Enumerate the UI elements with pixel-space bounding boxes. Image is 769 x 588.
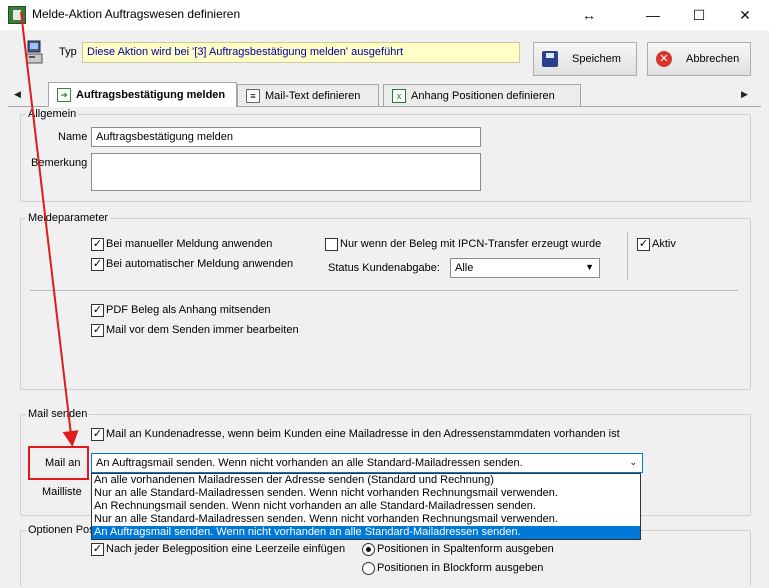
annotation-arrow — [20, 11, 79, 447]
